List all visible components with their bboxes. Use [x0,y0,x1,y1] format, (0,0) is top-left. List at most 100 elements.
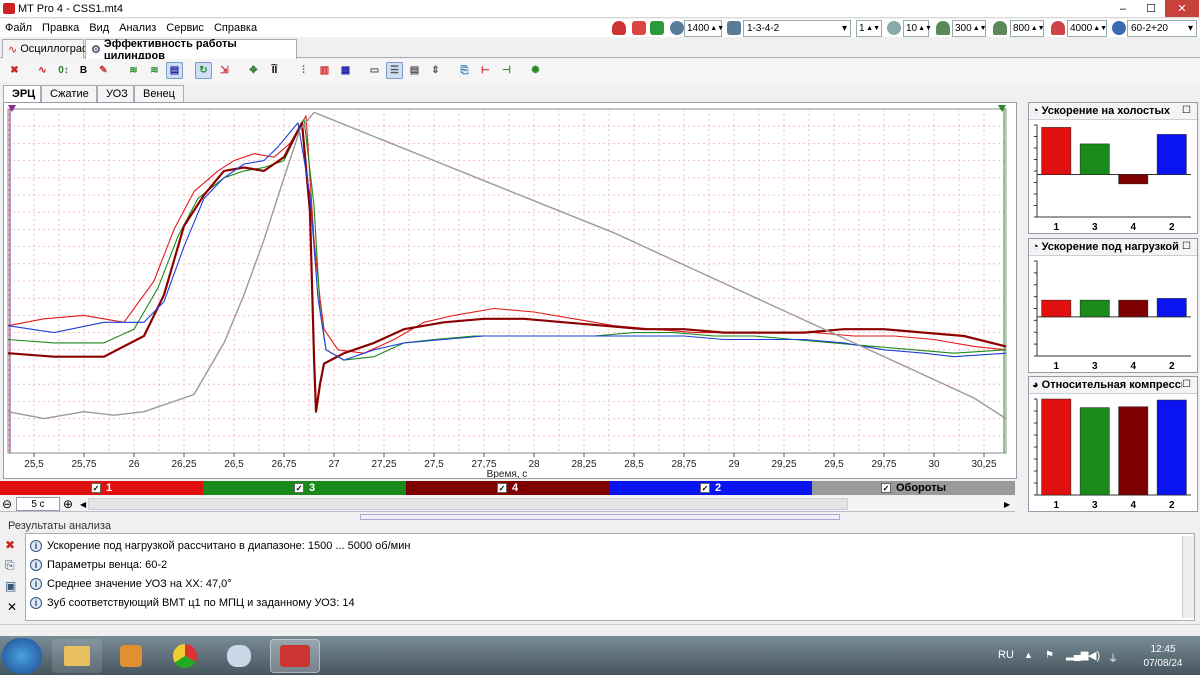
split-icon[interactable]: ⇕ [427,62,444,79]
bold-button[interactable]: B [75,62,92,79]
language-indicator[interactable]: RU [998,649,1014,661]
value-display-icon[interactable]: ▤ [166,62,183,79]
zoom-in-button[interactable]: ⊕ [63,497,73,511]
rpm-stepper[interactable]: 1400 ▲▼ [684,20,725,37]
cursor-right-icon[interactable]: ⊣ [498,62,515,79]
stepper-arrows-icon[interactable]: ▲▼ [917,25,933,32]
paint-task[interactable] [214,639,264,673]
wave-filter2-icon[interactable]: ≋ [146,62,163,79]
subtab-ignition[interactable]: УОЗ [97,85,134,102]
copy-icon[interactable]: ⎘ [456,62,473,79]
bar-stepper-icon[interactable]: ⫶ [295,62,312,79]
zoom-value[interactable]: 5 с [16,497,60,511]
layout-lines-icon[interactable]: ☰ [386,62,403,79]
mtpro-icon [280,645,310,667]
checkbox-icon[interactable]: ✓ [880,483,891,493]
marker-icon[interactable]: ✎ [95,62,112,79]
subtab-erc[interactable]: ЭРЦ [3,85,41,102]
auto-scale-icon[interactable]: ↻ [195,62,212,79]
scroll-right-icon[interactable]: ▶ [1004,500,1010,509]
chrome-task[interactable] [160,639,210,673]
bar-chart-color-icon[interactable]: ▦ [337,62,354,79]
checkbox-icon[interactable]: ✓ [293,483,304,493]
cursor-left-icon[interactable]: ⊢ [477,62,494,79]
tray-time[interactable]: 12:45 [1142,644,1184,655]
car-icon[interactable] [612,21,626,35]
save-results-icon[interactable]: ▣ [5,579,16,593]
legend-item-3[interactable]: ✓ 3 [203,481,406,495]
subtab-compression[interactable]: Сжатие [41,85,97,102]
legend-item-4[interactable]: ✓ 4 [406,481,609,495]
wave-filter-icon[interactable]: ≋ [125,62,142,79]
samples-stepper[interactable]: 10 ▲▼ [903,20,932,37]
zoom-out-button[interactable]: ⊖ [2,497,12,511]
scroll-left-icon[interactable]: ◀ [80,500,86,509]
start-button[interactable] [2,638,42,674]
offset-icon[interactable]: 0↕ [55,62,72,79]
explorer-task[interactable] [52,639,102,673]
side-panel-load-accel: ◔ Ускорение под нагрузкой ☐ 1 3 4 2 [1028,238,1198,373]
main-chart[interactable]: 25,5 25,75 26 26,25 26,5 26,75 27 27,25 27,5 27,7… [4,103,1016,480]
status-bar [0,624,1200,636]
results-scrollbar[interactable] [1182,536,1194,618]
stepper-arrows-icon[interactable]: ▲▼ [709,25,725,32]
menu-edit[interactable]: Правка [37,22,84,34]
mtpro-task[interactable] [270,639,320,673]
legend-item-2[interactable]: ✓ 2 [609,481,812,495]
volume-icon[interactable]: ◀) [1088,649,1100,662]
bar-chart-icon[interactable]: ▥ [316,62,333,79]
flag-icon[interactable]: ⚑ [1045,650,1054,661]
stepper-arrows-icon[interactable]: ▲▼ [1030,25,1046,32]
move-icon[interactable]: ✥ [245,62,262,79]
lock-green-icon[interactable] [650,21,664,35]
tray-date[interactable]: 07/08/24 [1136,658,1190,669]
restore-icon[interactable]: ☐ [1182,105,1196,118]
menu-analysis[interactable]: Анализ [114,22,161,34]
v800-stepper[interactable]: 800 ▲▼ [1010,20,1046,37]
restore-icon[interactable]: ☐ [1182,241,1196,254]
restore-icon[interactable]: ☐ [1182,379,1196,392]
copy-results-icon[interactable]: ⎘ [5,558,15,573]
subtab-wheel[interactable]: Венец [134,85,184,102]
menu-view[interactable]: Вид [84,22,114,34]
maximize-button[interactable]: ☐ [1137,0,1165,17]
bar-label: 3 [1092,500,1098,511]
legend-item-Обороты[interactable]: ✓ Обороты [812,481,1015,495]
count-stepper[interactable]: 1 ▲▼ [856,20,882,37]
bug-icon[interactable]: ✺ [527,62,544,79]
close-results-icon[interactable]: ✕ [7,600,17,614]
horizontal-scrollbar[interactable] [88,498,848,510]
firing-order-select[interactable]: 1-3-4-2 ▾ [743,20,851,37]
close-button[interactable]: ✕ [1165,0,1199,17]
stepper-arrows-icon[interactable]: ▲▼ [972,25,988,32]
stepper-arrows-icon[interactable]: ▲▼ [865,25,881,32]
signal-bars-icon[interactable]: ▂▄▆ [1066,650,1088,661]
menu-service[interactable]: Сервис [161,22,209,34]
checkbox-icon[interactable]: ✓ [496,483,507,493]
v4000-stepper[interactable]: 4000 ▲▼ [1067,20,1107,37]
legend-item-1[interactable]: ✓ 1 [0,481,203,495]
tab-cylinder-efficiency[interactable]: ⚙ Эффективность работы цилиндров [85,38,297,62]
wheel-select[interactable]: 60-2+20 ▾ [1127,20,1197,37]
checkbox-icon[interactable]: ✓ [699,483,710,493]
signal-icon[interactable]: ∿ [34,62,51,79]
media-task[interactable] [106,639,156,673]
stepper-arrows-icon[interactable]: ▲▼ [1092,25,1108,32]
tab-oscilloscope[interactable]: ∿ Осциллограф [2,39,91,58]
italic-scale-button[interactable]: ĨĪ [266,62,283,79]
layout-single-icon[interactable]: ▭ [366,62,383,79]
export-icon[interactable]: ⇲ [216,62,233,79]
v300-stepper[interactable]: 300 ▲▼ [952,20,988,37]
x-tick-label: 27 [328,459,340,470]
usb-icon[interactable]: ⏚ [1108,650,1118,665]
minimize-button[interactable]: – [1109,0,1137,17]
clear-results-icon[interactable]: ✖ [5,538,15,552]
checkbox-icon[interactable]: ✓ [90,483,101,493]
tray-arrow-icon[interactable]: ▲ [1024,650,1033,660]
menu-file[interactable]: Файл [0,22,37,34]
delete-icon[interactable]: ✖ [6,62,23,79]
lock-red-icon[interactable] [632,21,646,35]
menu-help[interactable]: Справка [209,22,262,34]
splitter-handle[interactable] [360,514,840,520]
layout-columns-icon[interactable]: ▤ [406,62,423,79]
